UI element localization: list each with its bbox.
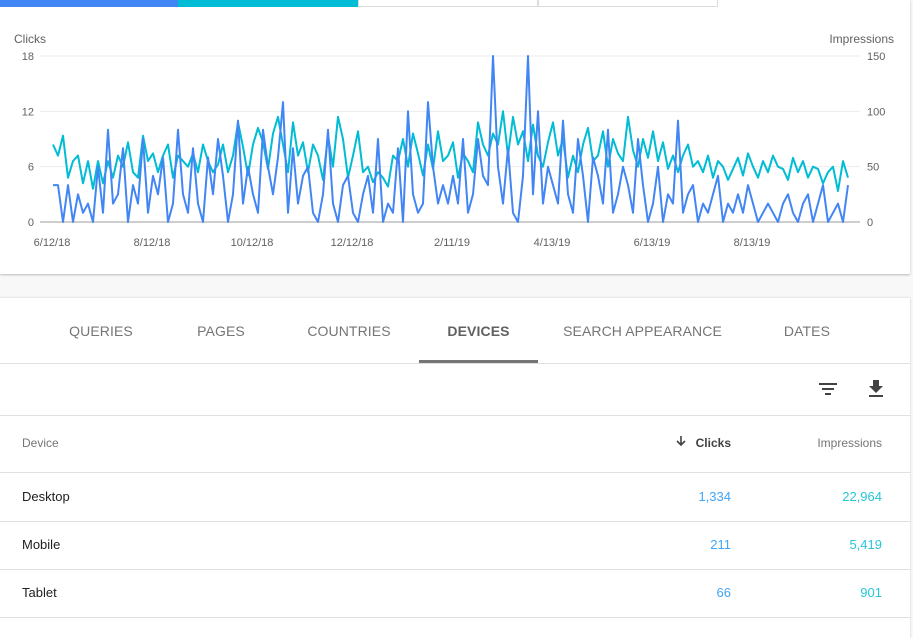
left-tick-label: 6	[28, 162, 34, 174]
tab-queries[interactable]: QUERIES	[54, 298, 148, 363]
device-cell: Mobile	[22, 537, 61, 552]
impressions-series-line	[52, 110, 849, 192]
x-tick-label: 6/13/19	[634, 237, 671, 249]
table-row[interactable]: Mobile 211 5,419	[0, 521, 910, 570]
right-tick-label: 50	[867, 162, 879, 174]
column-header-clicks-label: Clicks	[695, 436, 731, 450]
x-tick-label: 8/13/19	[734, 237, 771, 249]
table-toolbar	[0, 364, 910, 416]
x-tick-label: 12/12/18	[331, 237, 374, 249]
clicks-cell: 211	[710, 537, 731, 552]
device-cell: Desktop	[22, 489, 70, 504]
left-tick-label: 12	[22, 106, 34, 118]
column-header-clicks[interactable]: Clicks	[676, 436, 731, 450]
impressions-cell: 22,964	[842, 489, 882, 504]
tab-dates[interactable]: DATES	[770, 298, 844, 363]
report-tabs: QUERIES PAGES COUNTRIES DEVICES SEARCH A…	[0, 298, 910, 364]
x-tick-label: 10/12/18	[231, 237, 274, 249]
left-tick-label: 0	[28, 217, 34, 229]
tab-pages[interactable]: PAGES	[178, 298, 264, 363]
column-header-device[interactable]: Device	[22, 436, 59, 450]
table-header-row: Device Clicks Impressions	[0, 416, 910, 473]
filter-list-icon	[819, 383, 837, 395]
right-tick-label: 0	[867, 217, 873, 229]
clicks-cell: 1,334	[698, 489, 731, 504]
impressions-cell: 5,419	[849, 537, 882, 552]
left-tick-label: 18	[22, 51, 34, 63]
x-tick-label: 4/13/19	[534, 237, 571, 249]
download-button[interactable]	[861, 374, 891, 404]
right-tick-label: 150	[867, 51, 885, 63]
line-chart: 0 6 12 18 0 50 100 150 6/12/18 8/12/18 10/12/18 12/…	[22, 51, 886, 249]
x-tick-label: 2/11/19	[434, 237, 470, 249]
report-table-card: QUERIES PAGES COUNTRIES DEVICES SEARCH A…	[0, 298, 910, 638]
column-header-impressions[interactable]: Impressions	[817, 436, 882, 450]
impressions-cell: 901	[860, 585, 882, 600]
x-tick-label: 8/12/18	[134, 237, 171, 249]
x-tick-label: 6/12/18	[34, 237, 71, 249]
tab-countries[interactable]: COUNTRIES	[296, 298, 402, 363]
right-tick-label: 100	[867, 106, 885, 118]
table-row[interactable]: Desktop 1,334 22,964	[0, 473, 910, 522]
tab-search-appearance[interactable]: SEARCH APPEARANCE	[560, 298, 725, 363]
clicks-cell: 66	[716, 585, 731, 600]
performance-chart-card: Clicks Impressions 0 6 12 18 0 50 100 150 6/12/1…	[0, 0, 910, 274]
download-icon	[869, 380, 883, 397]
filter-button[interactable]	[813, 374, 843, 404]
tab-devices[interactable]: DEVICES	[419, 298, 538, 363]
table-row[interactable]: Tablet 66 901	[0, 569, 910, 618]
device-cell: Tablet	[22, 585, 57, 600]
clicks-series-line	[53, 55, 849, 223]
arrow-downward-icon	[676, 436, 686, 447]
